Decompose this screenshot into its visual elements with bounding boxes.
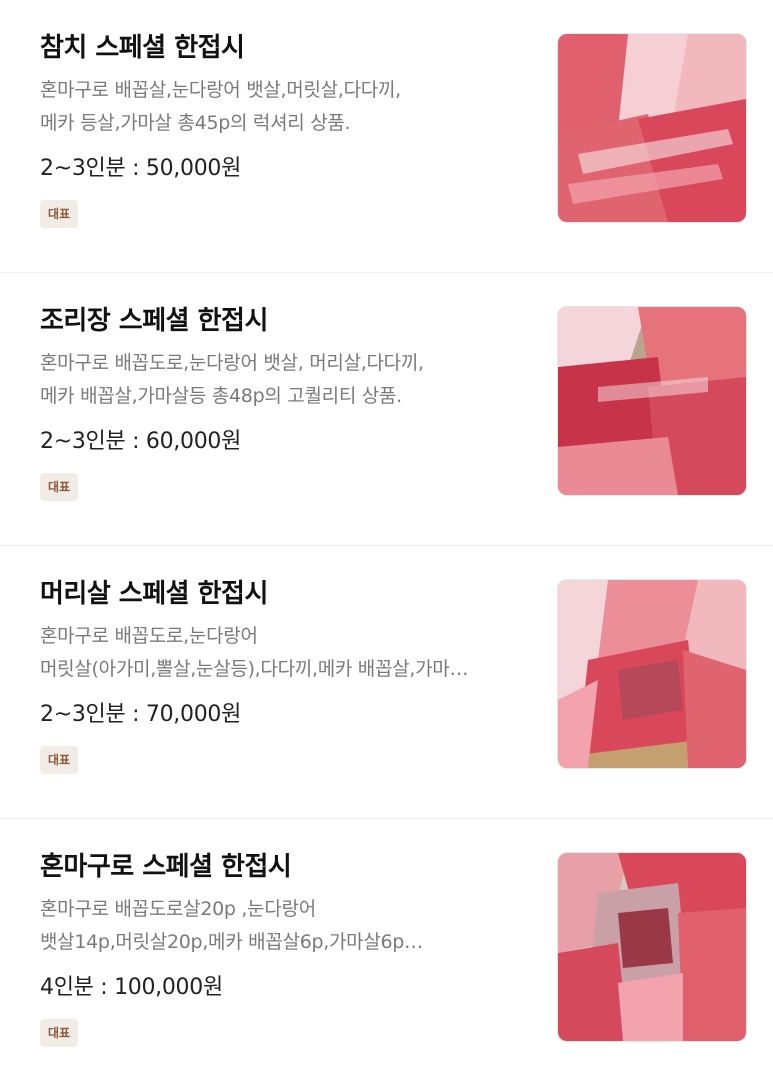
signature-badge: 대표: [40, 200, 79, 228]
menu-item-desc-line: 혼마구로 배꼽살,눈다랑어 뱃살,머릿살,다다끼,: [40, 79, 401, 101]
menu-item-info: 조리장 스페셜 한접시 혼마구로 배꼽도로,눈다랑어 뱃살, 머리살,다다끼, …: [40, 303, 530, 501]
menu-item-title: 혼마구로 스페셜 한접시: [40, 852, 292, 882]
menu-item-title: 머리살 스페셜 한접시: [40, 579, 268, 609]
menu-item-photo[interactable]: [557, 306, 747, 496]
tuna-sashimi-platter-icon: [558, 580, 746, 768]
menu-item-chef-special[interactable]: 조리장 스페셜 한접시 혼마구로 배꼽도로,눈다랑어 뱃살, 머리살,다다끼, …: [0, 273, 773, 546]
menu-item-desc-line: 메카 배꼽살,가마살등 총48p의 고퀄리티 상품.: [40, 385, 402, 407]
menu-item-desc-line: 뱃살14p,머릿살20p,메카 배꼽살6p,가마살6p…: [40, 931, 423, 953]
menu-item-description: 혼마구로 배꼽도로,눈다랑어 머릿살(아가미,뽈살,눈살등),다다끼,메카 배꼽…: [40, 620, 530, 686]
signature-badge: 대표: [40, 746, 79, 774]
menu-item-desc-line: 혼마구로 배꼽도로,눈다랑어: [40, 625, 258, 647]
menu-item-title: 참치 스페셜 한접시: [40, 33, 245, 63]
menu-item-price: 4인분 : 100,000원: [40, 975, 223, 1000]
menu-item-description: 혼마구로 배꼽도로,눈다랑어 뱃살, 머리살,다다끼, 메카 배꼽살,가마살등 …: [40, 347, 530, 413]
tuna-sashimi-platter-icon: [558, 853, 746, 1041]
menu-item-price: 2~3인분 : 70,000원: [40, 702, 242, 727]
menu-item-photo[interactable]: [557, 579, 747, 769]
menu-item-info: 참치 스페셜 한접시 혼마구로 배꼽살,눈다랑어 뱃살,머릿살,다다끼, 메카 …: [40, 30, 530, 228]
menu-item-head-special[interactable]: 머리살 스페셜 한접시 혼마구로 배꼽도로,눈다랑어 머릿살(아가미,뽈살,눈살…: [0, 546, 773, 819]
menu-item-honmaguro-special[interactable]: 혼마구로 스페셜 한접시 혼마구로 배꼽도로살20p ,눈다랑어 뱃살14p,머…: [0, 819, 773, 1092]
menu-item-info: 혼마구로 스페셜 한접시 혼마구로 배꼽도로살20p ,눈다랑어 뱃살14p,머…: [40, 849, 530, 1047]
menu-item-title: 조리장 스페셜 한접시: [40, 306, 268, 336]
menu-list: 참치 스페셜 한접시 혼마구로 배꼽살,눈다랑어 뱃살,머릿살,다다끼, 메카 …: [0, 0, 773, 1092]
menu-item-desc-line: 메카 등살,가마살 총45p의 럭셔리 상품.: [40, 112, 351, 134]
menu-item-photo[interactable]: [557, 852, 747, 1042]
menu-item-price: 2~3인분 : 60,000원: [40, 429, 242, 454]
menu-item-info: 머리살 스페셜 한접시 혼마구로 배꼽도로,눈다랑어 머릿살(아가미,뽈살,눈살…: [40, 576, 530, 774]
menu-item-desc-line: 머릿살(아가미,뽈살,눈살등),다다끼,메카 배꼽살,가마…: [40, 658, 469, 680]
menu-item-price: 2~3인분 : 50,000원: [40, 156, 242, 181]
menu-item-description: 혼마구로 배꼽살,눈다랑어 뱃살,머릿살,다다끼, 메카 등살,가마살 총45p…: [40, 74, 530, 140]
menu-item-photo[interactable]: [557, 33, 747, 223]
tuna-sashimi-platter-icon: [558, 34, 746, 222]
menu-item-description: 혼마구로 배꼽도로살20p ,눈다랑어 뱃살14p,머릿살20p,메카 배꼽살6…: [40, 893, 530, 959]
menu-item-tuna-special[interactable]: 참치 스페셜 한접시 혼마구로 배꼽살,눈다랑어 뱃살,머릿살,다다끼, 메카 …: [0, 0, 773, 273]
menu-item-desc-line: 혼마구로 배꼽도로,눈다랑어 뱃살, 머리살,다다끼,: [40, 352, 424, 374]
signature-badge: 대표: [40, 473, 79, 501]
menu-item-desc-line: 혼마구로 배꼽도로살20p ,눈다랑어: [40, 898, 316, 920]
signature-badge: 대표: [40, 1019, 79, 1047]
tuna-sashimi-platter-icon: [558, 307, 746, 495]
